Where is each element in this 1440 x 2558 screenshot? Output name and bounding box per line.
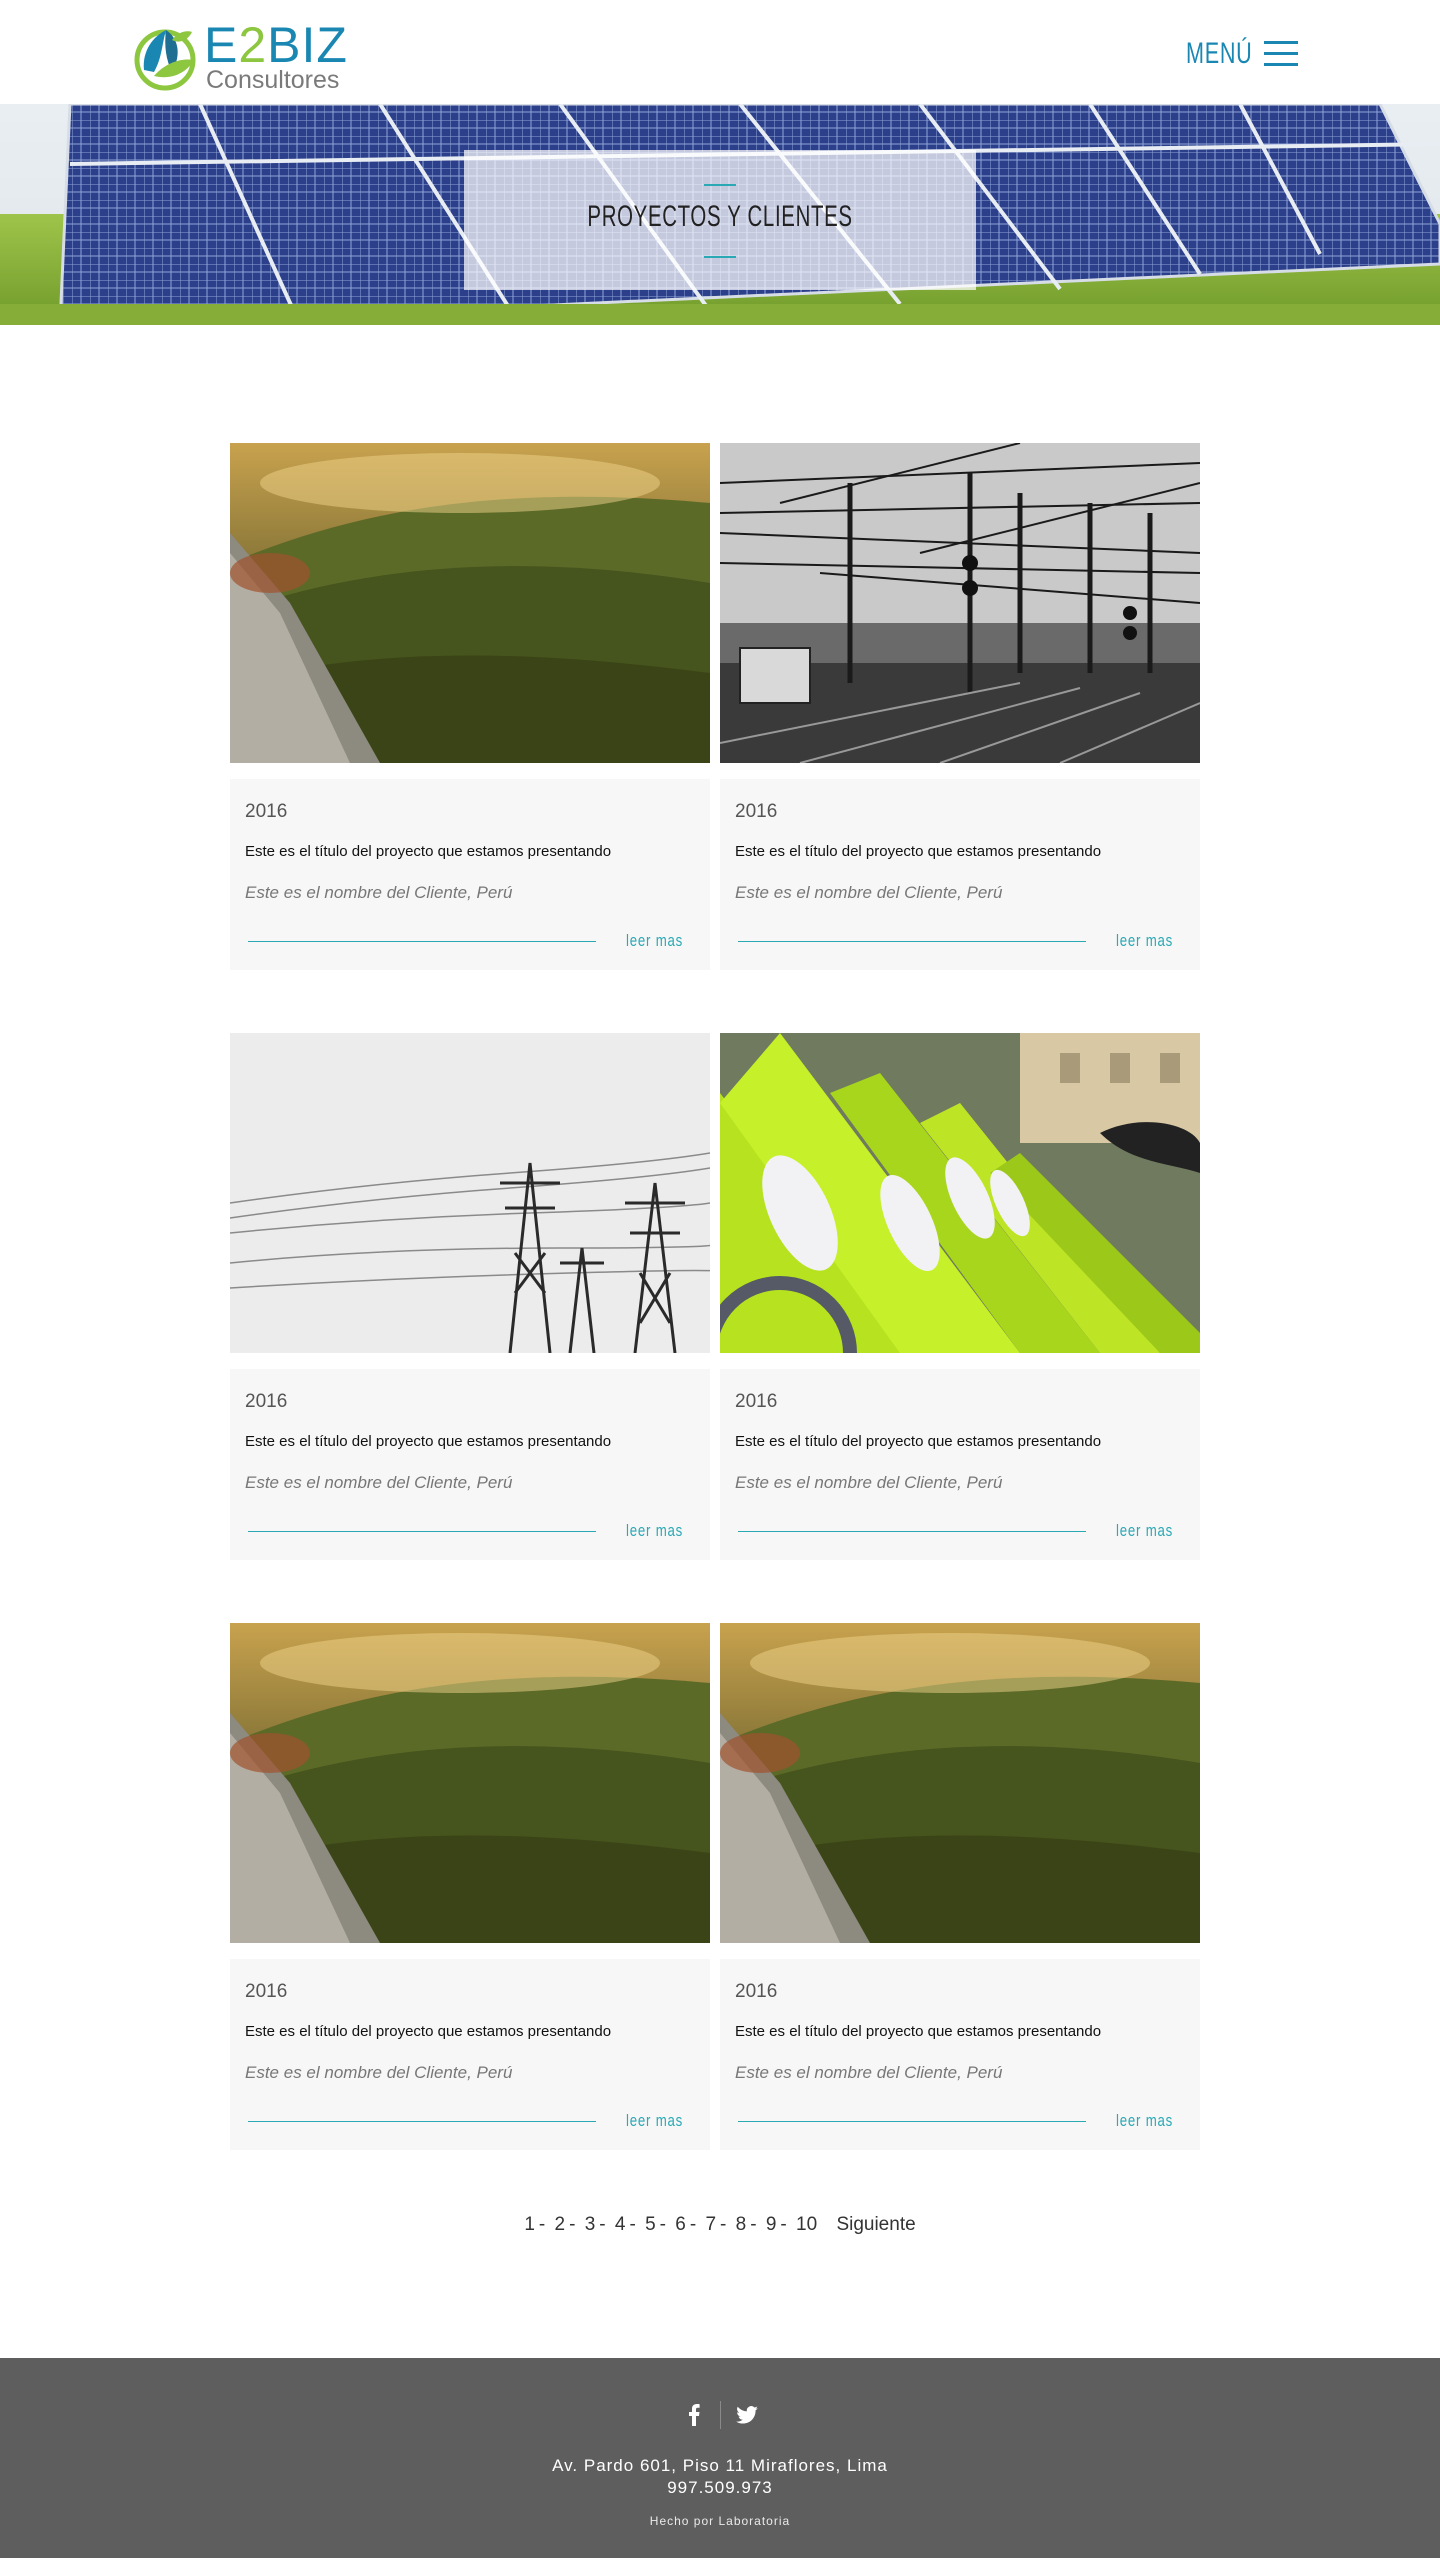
project-client: Este es el nombre del Cliente, Perú [735, 883, 1003, 902]
card-divider [248, 941, 596, 942]
project-year: 2016 [735, 1981, 778, 2002]
project-card-body: 2016 Este es el título del proyecto que … [720, 1959, 1200, 2150]
project-card: 2016 Este es el título del proyecto que … [720, 443, 1200, 970]
hero-title-box: PROYECTOS Y CLIENTES [464, 150, 976, 290]
page-link[interactable]: 10 [796, 2214, 817, 2235]
read-more-link[interactable]: leer mas [1116, 931, 1173, 951]
project-title[interactable]: Este es el título del proyecto que estam… [735, 2023, 1101, 2040]
site-header: E2BIZ Consultores MENÚ [0, 0, 1440, 104]
site-logo[interactable]: E2BIZ Consultores [132, 20, 347, 94]
hamburger-icon [1264, 41, 1298, 67]
project-card: 2016 Este es el título del proyecto que … [230, 443, 710, 970]
card-divider [738, 2121, 1086, 2122]
project-client: Este es el nombre del Cliente, Perú [245, 883, 513, 902]
card-divider [738, 941, 1086, 942]
footer-address: Av. Pardo 601, Piso 11 Miraflores, Lima [552, 2456, 888, 2475]
project-card-body: 2016 Este es el título del proyecto que … [230, 779, 710, 970]
project-year: 2016 [735, 801, 778, 822]
project-card: 2016 Este es el título del proyecto que … [720, 1033, 1200, 1560]
project-client: Este es el nombre del Cliente, Perú [735, 2063, 1003, 2082]
project-card: 2016 Este es el título del proyecto que … [230, 1623, 710, 2150]
page-link[interactable]: 8 [736, 2214, 747, 2235]
project-client: Este es el nombre del Cliente, Perú [245, 1473, 513, 1492]
project-year: 2016 [245, 1391, 288, 1412]
card-divider [248, 2121, 596, 2122]
hero-bottom-rule [704, 256, 736, 258]
twitter-icon[interactable] [721, 2400, 773, 2430]
project-title[interactable]: Este es el título del proyecto que estam… [245, 1433, 611, 1450]
read-more-link[interactable]: leer mas [626, 931, 683, 951]
read-more-link[interactable]: leer mas [1116, 1521, 1173, 1541]
project-image-power-towers[interactable] [230, 1033, 710, 1353]
site-footer: Av. Pardo 601, Piso 11 Miraflores, Lima … [0, 2358, 1440, 2558]
project-title[interactable]: Este es el título del proyecto que estam… [735, 843, 1101, 860]
project-title[interactable]: Este es el título del proyecto que estam… [735, 1433, 1101, 1450]
hero-banner: PROYECTOS Y CLIENTES [0, 104, 1440, 325]
project-image-forest[interactable] [720, 1623, 1200, 1943]
hero-top-rule [704, 184, 736, 186]
project-year: 2016 [245, 801, 288, 822]
page-link[interactable]: 3 [585, 2214, 596, 2235]
social-links [0, 2400, 1440, 2430]
menu-button[interactable]: MENÚ [1186, 34, 1298, 74]
page-link[interactable]: 5 [645, 2214, 656, 2235]
project-card: 2016 Este es el título del proyecto que … [720, 1623, 1200, 2150]
project-image-railway[interactable] [720, 443, 1200, 763]
project-card: 2016 Este es el título del proyecto que … [230, 1033, 710, 1560]
project-image-forest[interactable] [230, 1623, 710, 1943]
card-divider [248, 1531, 596, 1532]
page-link[interactable]: 7 [705, 2214, 716, 2235]
page-link[interactable]: 6 [675, 2214, 686, 2235]
project-client: Este es el nombre del Cliente, Perú [735, 1473, 1003, 1492]
project-year: 2016 [245, 1981, 288, 2002]
page-link[interactable]: 1 [524, 2214, 535, 2235]
page-title: PROYECTOS Y CLIENTES [587, 200, 853, 233]
project-title[interactable]: Este es el título del proyecto que estam… [245, 2023, 611, 2040]
read-more-link[interactable]: leer mas [626, 1521, 683, 1541]
read-more-link[interactable]: leer mas [1116, 2111, 1173, 2131]
footer-credit[interactable]: Hecho por Laboratoria [0, 2514, 1440, 2528]
leaf-logo-icon [134, 29, 196, 91]
logo-brand-text: E2BIZ [204, 17, 348, 73]
footer-phone[interactable]: 997.509.973 [0, 2478, 1440, 2498]
facebook-icon[interactable] [668, 2400, 720, 2430]
project-card-body: 2016 Este es el título del proyecto que … [720, 779, 1200, 970]
project-title[interactable]: Este es el título del proyecto que estam… [245, 843, 611, 860]
card-divider [738, 1531, 1086, 1532]
project-card-body: 2016 Este es el título del proyecto que … [230, 1369, 710, 1560]
next-page-link[interactable]: Siguiente [836, 2214, 915, 2235]
project-card-body: 2016 Este es el título del proyecto que … [720, 1369, 1200, 1560]
project-card-body: 2016 Este es el título del proyecto que … [230, 1959, 710, 2150]
read-more-link[interactable]: leer mas [626, 2111, 683, 2131]
project-client: Este es el nombre del Cliente, Perú [245, 2063, 513, 2082]
project-year: 2016 [735, 1391, 778, 1412]
logo-subtitle: Consultores [206, 66, 340, 94]
project-image-bikes[interactable] [720, 1033, 1200, 1353]
project-image-forest[interactable] [230, 443, 710, 763]
page-link[interactable]: 2 [555, 2214, 566, 2235]
menu-label: MENÚ [1186, 37, 1253, 70]
pagination: 1- 2- 3- 4- 5- 6- 7- 8- 9- 10 Siguiente [524, 2214, 916, 2235]
page-link[interactable]: 9 [766, 2214, 777, 2235]
page-link[interactable]: 4 [615, 2214, 626, 2235]
